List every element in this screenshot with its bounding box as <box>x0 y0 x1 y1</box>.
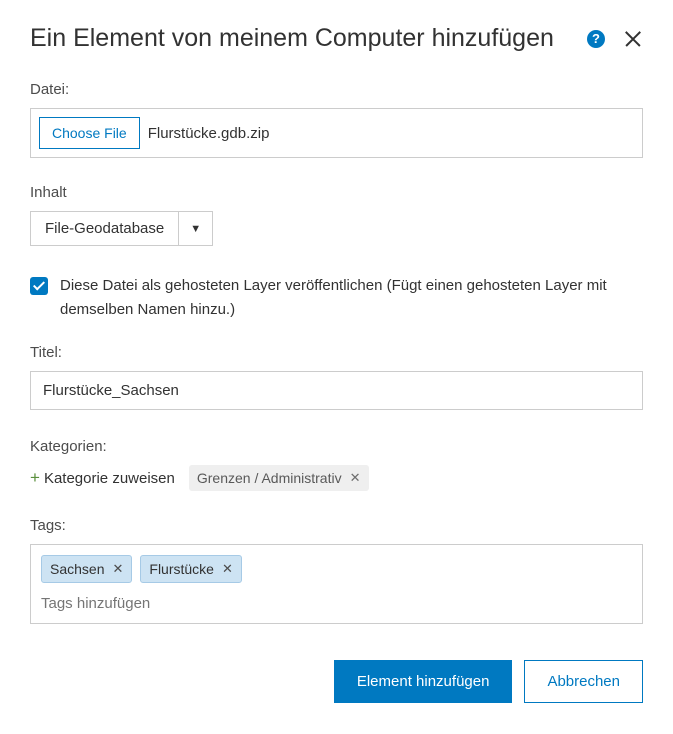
dialog-footer: Element hinzufügen Abbrechen <box>30 660 643 703</box>
choose-file-button[interactable]: Choose File <box>39 117 140 149</box>
tags-input[interactable] <box>41 595 632 612</box>
add-element-button[interactable]: Element hinzufügen <box>334 660 513 703</box>
title-input[interactable] <box>30 371 643 410</box>
category-chip-label: Grenzen / Administrativ <box>197 470 342 486</box>
title-label: Titel: <box>30 344 643 361</box>
categories-row: + Kategorie zuweisen Grenzen / Administr… <box>30 465 643 491</box>
tag-chip: Sachsen ✕ <box>41 555 132 583</box>
publish-checkbox[interactable] <box>30 277 48 295</box>
tags-box[interactable]: Sachsen ✕ Flurstücke ✕ <box>30 544 643 624</box>
assign-category-label: Kategorie zuweisen <box>44 470 175 487</box>
add-item-dialog: Ein Element von meinem Computer hinzufüg… <box>0 0 673 733</box>
dialog-title: Ein Element von meinem Computer hinzufüg… <box>30 24 577 53</box>
close-icon[interactable] <box>623 29 643 49</box>
content-label: Inhalt <box>30 184 643 201</box>
dialog-header: Ein Element von meinem Computer hinzufüg… <box>30 24 643 53</box>
content-type-value: File-Geodatabase <box>31 212 178 245</box>
remove-category-icon[interactable]: ✕ <box>350 470 361 486</box>
categories-label: Kategorien: <box>30 438 643 455</box>
cancel-button[interactable]: Abbrechen <box>524 660 643 703</box>
file-input-row: Choose File Flurstücke.gdb.zip <box>30 108 643 158</box>
chevron-down-icon[interactable]: ▼ <box>178 212 212 245</box>
help-icon[interactable]: ? <box>587 30 605 48</box>
tag-chip: Flurstücke ✕ <box>140 555 241 583</box>
chosen-filename: Flurstücke.gdb.zip <box>148 125 270 142</box>
tag-chip-label: Flurstücke <box>149 561 214 577</box>
tags-label: Tags: <box>30 517 643 534</box>
content-type-select[interactable]: File-Geodatabase ▼ <box>30 211 213 246</box>
tag-chip-label: Sachsen <box>50 561 104 577</box>
plus-icon: + <box>30 468 40 488</box>
file-label: Datei: <box>30 81 643 98</box>
remove-tag-icon[interactable]: ✕ <box>112 561 123 577</box>
remove-tag-icon[interactable]: ✕ <box>222 561 233 577</box>
category-chip: Grenzen / Administrativ ✕ <box>189 465 369 491</box>
assign-category-button[interactable]: + Kategorie zuweisen <box>30 468 175 488</box>
publish-checkbox-row: Diese Datei als gehosteten Layer veröffe… <box>30 274 643 322</box>
tags-list: Sachsen ✕ Flurstücke ✕ <box>41 555 632 583</box>
publish-checkbox-label: Diese Datei als gehosteten Layer veröffe… <box>60 274 643 322</box>
